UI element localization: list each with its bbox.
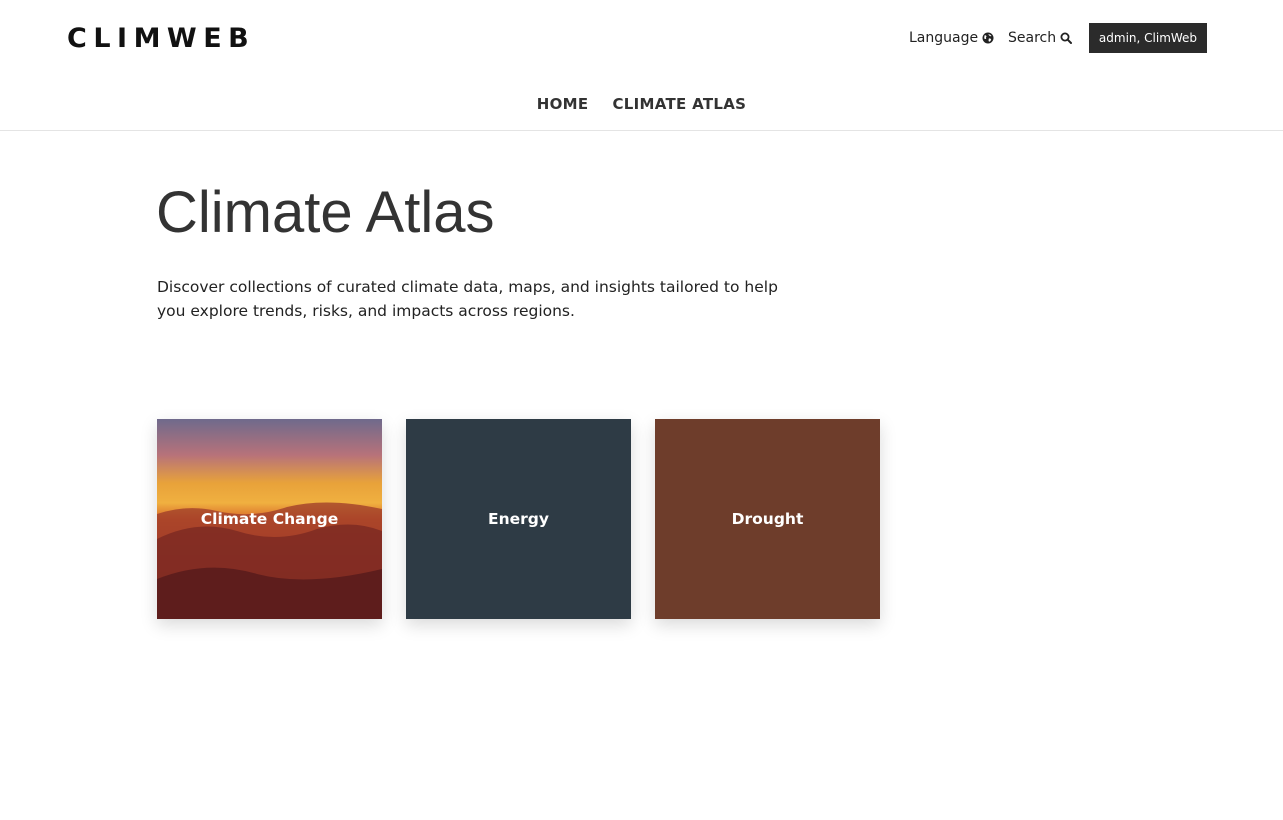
search-link[interactable]: Search — [1008, 28, 1073, 48]
intro-text: Discover collections of curated climate … — [157, 278, 778, 320]
page-title: Climate Atlas — [156, 180, 495, 245]
nav-item-climate-atlas[interactable]: CLIMATE ATLAS — [612, 92, 746, 116]
site-header: CLIMWEB Language Search admin, ClimWeb H… — [0, 0, 1283, 131]
card-climate-change[interactable]: Climate Change — [157, 419, 382, 619]
card-drought[interactable]: Drought — [655, 419, 880, 619]
language-selector[interactable]: Language — [909, 28, 994, 48]
globe-icon — [982, 32, 994, 44]
nav-item-home[interactable]: HOME — [537, 92, 589, 116]
search-icon — [1060, 32, 1073, 44]
card-label: Drought — [731, 510, 804, 528]
site-logo[interactable]: CLIMWEB — [67, 22, 255, 56]
card-label: Energy — [488, 510, 549, 528]
card-label: Climate Change — [200, 510, 339, 528]
user-menu-button[interactable]: admin, ClimWeb — [1089, 23, 1207, 53]
language-label: Language — [909, 30, 979, 46]
search-label: Search — [1008, 30, 1057, 46]
collection-cards: Climate Change Energy Drought — [157, 419, 880, 619]
main-nav: HOME CLIMATE ATLAS — [0, 92, 1283, 116]
card-energy[interactable]: Energy — [406, 419, 631, 619]
